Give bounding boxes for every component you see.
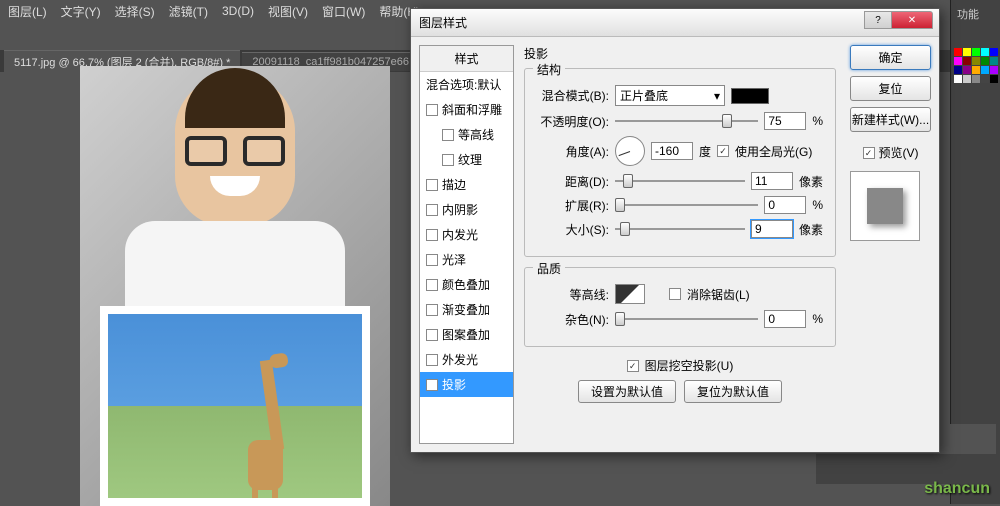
- help-button[interactable]: ?: [864, 11, 892, 29]
- canvas-image[interactable]: [80, 66, 390, 506]
- angle-value[interactable]: -160: [651, 142, 693, 160]
- noise-slider[interactable]: [615, 311, 758, 327]
- dialog-buttons: 确定 复位 新建样式(W)... 预览(V): [846, 45, 931, 444]
- style-gradient-overlay[interactable]: 渐变叠加: [420, 297, 513, 322]
- knockout-label: 图层挖空投影(U): [645, 357, 734, 374]
- noise-value[interactable]: 0: [764, 310, 806, 328]
- cancel-button[interactable]: 复位: [850, 76, 931, 101]
- reset-default-button[interactable]: 复位为默认值: [684, 380, 782, 403]
- distance-value[interactable]: 11: [751, 172, 793, 190]
- dialog-titlebar[interactable]: 图层样式 ? ✕: [411, 9, 939, 37]
- antialias-checkbox[interactable]: [669, 288, 681, 300]
- quality-label: 品质: [533, 260, 565, 277]
- style-drop-shadow[interactable]: 投影: [420, 372, 513, 397]
- chevron-down-icon: ▾: [714, 89, 720, 103]
- spread-label: 扩展(R):: [537, 197, 609, 214]
- size-slider[interactable]: [615, 221, 745, 237]
- style-satin[interactable]: 光泽: [420, 247, 513, 272]
- right-panel-tab[interactable]: 功能: [951, 0, 1000, 28]
- person-graphic: [125, 76, 345, 336]
- menu-3d[interactable]: 3D(D): [222, 4, 254, 18]
- menu-view[interactable]: 视图(V): [268, 3, 308, 20]
- angle-unit: 度: [699, 143, 711, 160]
- style-inner-shadow[interactable]: 内阴影: [420, 197, 513, 222]
- menu-type[interactable]: 文字(Y): [61, 3, 101, 20]
- style-pattern-overlay[interactable]: 图案叠加: [420, 322, 513, 347]
- style-inner-glow[interactable]: 内发光: [420, 222, 513, 247]
- preview-thumbnail: [850, 171, 920, 241]
- spread-value[interactable]: 0: [764, 196, 806, 214]
- opacity-slider[interactable]: [615, 113, 758, 129]
- distance-unit: 像素: [799, 173, 823, 190]
- menu-filter[interactable]: 滤镜(T): [169, 3, 208, 20]
- structure-label: 结构: [533, 61, 565, 78]
- watermark: shancun: [924, 480, 990, 498]
- ok-button[interactable]: 确定: [850, 45, 931, 70]
- angle-label: 角度(A):: [537, 143, 609, 160]
- distance-label: 距离(D):: [537, 173, 609, 190]
- style-outer-glow[interactable]: 外发光: [420, 347, 513, 372]
- quality-group: 品质 等高线: 消除锯齿(L) 杂色(N): 0 %: [524, 267, 836, 347]
- size-unit: 像素: [799, 221, 823, 238]
- knockout-checkbox[interactable]: [627, 360, 639, 372]
- set-default-button[interactable]: 设置为默认值: [578, 380, 676, 403]
- blend-options-item[interactable]: 混合选项:默认: [420, 72, 513, 97]
- blend-mode-label: 混合模式(B):: [537, 87, 609, 104]
- color-swatches[interactable]: [954, 48, 996, 83]
- structure-group: 结构 混合模式(B): 正片叠底▾ 不透明度(O): 75 % 角度(A): -…: [524, 68, 836, 257]
- opacity-label: 不透明度(O):: [537, 113, 609, 130]
- styles-list: 样式 混合选项:默认 斜面和浮雕 等高线 纹理 描边 内阴影 内发光 光泽 颜色…: [419, 45, 514, 444]
- shadow-color-swatch[interactable]: [731, 88, 769, 104]
- noise-label: 杂色(N):: [537, 311, 609, 328]
- menu-select[interactable]: 选择(S): [115, 3, 155, 20]
- menu-window[interactable]: 窗口(W): [322, 3, 365, 20]
- size-value[interactable]: 9: [751, 220, 793, 238]
- blend-mode-select[interactable]: 正片叠底▾: [615, 85, 725, 106]
- opacity-unit: %: [812, 114, 823, 128]
- global-light-label: 使用全局光(G): [735, 143, 812, 160]
- style-contour[interactable]: 等高线: [420, 122, 513, 147]
- preview-label: 预览(V): [879, 144, 919, 161]
- layer-style-dialog: 图层样式 ? ✕ 样式 混合选项:默认 斜面和浮雕 等高线 纹理 描边 内阴影 …: [410, 8, 940, 453]
- style-color-overlay[interactable]: 颜色叠加: [420, 272, 513, 297]
- dialog-title: 图层样式: [419, 14, 467, 31]
- contour-picker[interactable]: [615, 284, 645, 304]
- style-texture[interactable]: 纹理: [420, 147, 513, 172]
- spread-slider[interactable]: [615, 197, 758, 213]
- style-stroke[interactable]: 描边: [420, 172, 513, 197]
- dialog-content: 投影 结构 混合模式(B): 正片叠底▾ 不透明度(O): 75 % 角度(A)…: [514, 45, 846, 444]
- antialias-label: 消除锯齿(L): [687, 286, 750, 303]
- new-style-button[interactable]: 新建样式(W)...: [850, 107, 931, 132]
- global-light-checkbox[interactable]: [717, 145, 729, 157]
- spread-unit: %: [812, 198, 823, 212]
- distance-slider[interactable]: [615, 173, 745, 189]
- size-label: 大小(S):: [537, 221, 609, 238]
- close-button[interactable]: ✕: [891, 11, 933, 29]
- menu-layer[interactable]: 图层(L): [8, 3, 47, 20]
- section-title: 投影: [524, 45, 836, 62]
- preview-checkbox[interactable]: [863, 147, 875, 159]
- opacity-value[interactable]: 75: [764, 112, 806, 130]
- contour-label: 等高线:: [537, 286, 609, 303]
- style-bevel[interactable]: 斜面和浮雕: [420, 97, 513, 122]
- noise-unit: %: [812, 312, 823, 326]
- styles-header: 样式: [420, 46, 513, 72]
- held-photo: [100, 306, 370, 506]
- angle-dial[interactable]: [615, 136, 645, 166]
